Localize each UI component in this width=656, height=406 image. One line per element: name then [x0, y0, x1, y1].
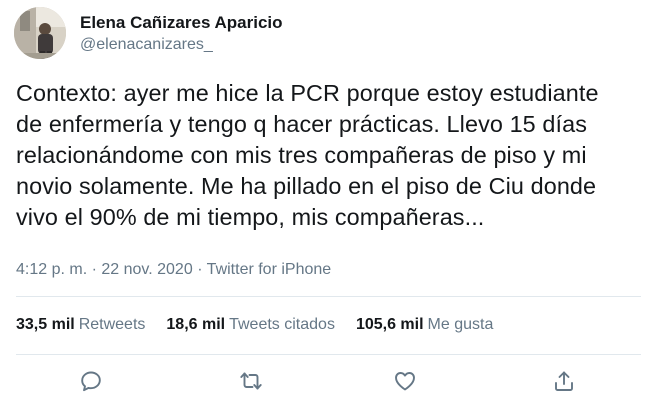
tweet-card: Elena Cañizares Aparicio @elenacanizares… [0, 0, 656, 406]
tweet-meta: 4:12 p. m. · 22 nov. 2020 · Twitter for … [16, 259, 331, 280]
tweet-source[interactable]: Twitter for iPhone [207, 261, 332, 278]
divider [16, 296, 641, 297]
like-icon [395, 372, 415, 391]
display-name[interactable]: Elena Cañizares Aparicio [80, 12, 283, 34]
retweets-label: Retweets [78, 316, 146, 333]
share-button[interactable] [551, 368, 577, 394]
likes-count: 105,6 mil [355, 316, 424, 333]
share-icon [555, 371, 573, 391]
tweet-text: Contexto: ayer me hice la PCR porque est… [16, 80, 599, 230]
divider [16, 354, 641, 355]
tweet-stats: 33,5 mil Retweets 18,6 mil Tweets citado… [16, 314, 514, 335]
quotes-label: Tweets citados [229, 316, 335, 333]
tweet-header: Elena Cañizares Aparicio @elenacanizares… [14, 5, 283, 61]
user-handle[interactable]: @elenacanizares_ [80, 34, 283, 55]
meta-separator: · [91, 261, 97, 278]
avatar[interactable] [14, 7, 66, 59]
author-names: Elena Cañizares Aparicio @elenacanizares… [80, 12, 283, 55]
retweets-count: 33,5 mil [16, 316, 75, 333]
profile-photo-icon [14, 7, 66, 59]
likes-stat[interactable]: 105,6 mil Me gusta [356, 314, 493, 335]
tweet-time[interactable]: 4:12 p. m. [16, 261, 87, 278]
meta-separator: · [197, 261, 203, 278]
action-bar [0, 364, 656, 398]
like-button[interactable] [392, 368, 418, 394]
reply-icon [81, 371, 101, 392]
retweet-button[interactable] [238, 368, 264, 394]
likes-label: Me gusta [427, 316, 494, 333]
reply-button[interactable] [78, 368, 104, 394]
quotes-stat[interactable]: 18,6 mil Tweets citados [166, 314, 335, 335]
retweets-stat[interactable]: 33,5 mil Retweets [16, 314, 145, 335]
quotes-count: 18,6 mil [166, 316, 226, 333]
tweet-date[interactable]: 22 nov. 2020 [101, 261, 192, 278]
retweet-icon [240, 372, 262, 390]
